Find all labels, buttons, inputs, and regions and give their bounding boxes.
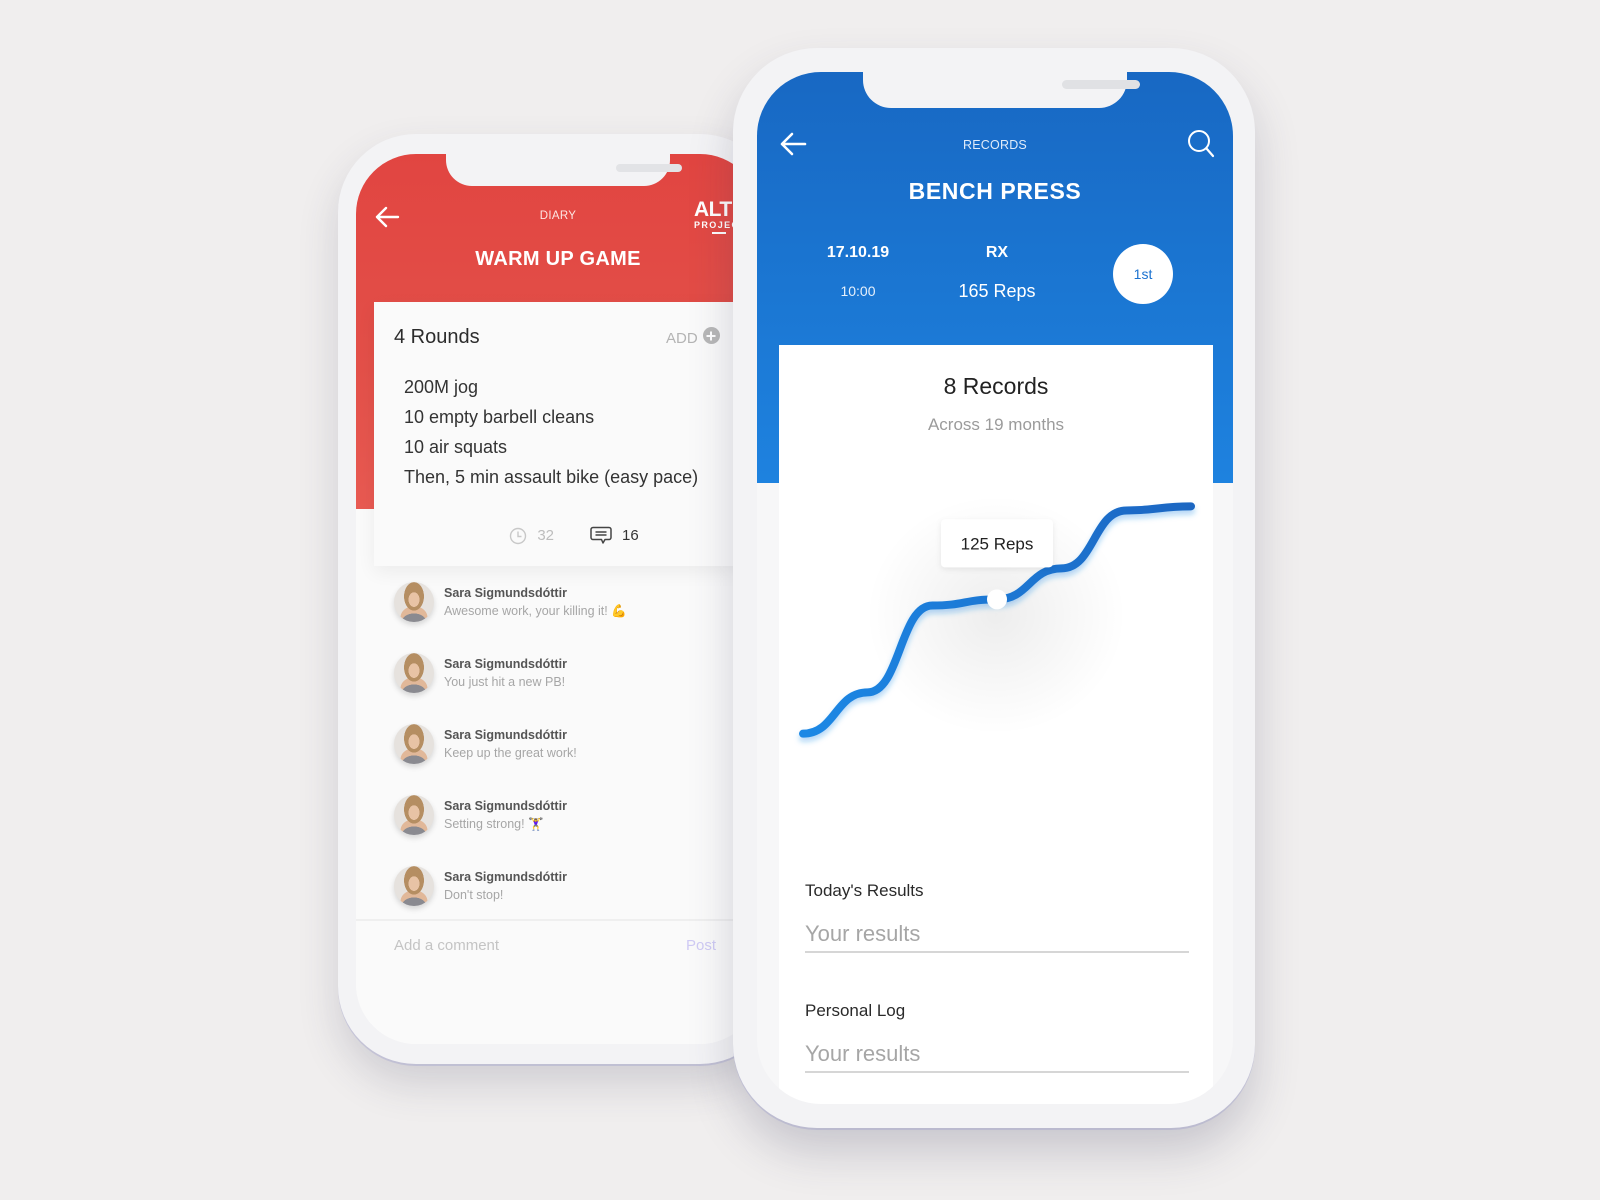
comment-author[interactable]: Sara Sigmundsdóttir — [444, 868, 567, 886]
comment-author[interactable]: Sara Sigmundsdóttir — [444, 726, 577, 744]
rank-badge: 1st — [1113, 244, 1173, 304]
personal-log-input[interactable] — [805, 1037, 1189, 1073]
chart-data-point[interactable] — [928, 602, 936, 610]
avatar[interactable] — [394, 795, 434, 835]
comment-author[interactable]: Sara Sigmundsdóttir — [444, 584, 627, 602]
todays-results-label: Today's Results — [805, 881, 924, 900]
search-icon[interactable] — [1187, 129, 1215, 159]
record-date-block: 17.10.19 10:00 — [813, 242, 903, 302]
records-screen: RECORDS BENCH PRESS 17.10.19 10:00 RX 16… — [757, 72, 1233, 1104]
comment-item: Sara Sigmundsdóttir Setting strong! 🏋️‍♀… — [394, 787, 734, 858]
clock-icon — [510, 527, 527, 544]
comment-text: Awesome work, your killing it! 💪 — [444, 604, 627, 618]
phone-notch — [863, 72, 1140, 108]
chart-data-point[interactable] — [1122, 506, 1130, 514]
personal-log-label: Personal Log — [805, 1001, 906, 1020]
todays-results-input[interactable] — [805, 917, 1189, 953]
exercise-item: 10 empty barbell cleans — [404, 407, 595, 427]
comment-text: Setting strong! 🏋️‍♀️ — [444, 817, 544, 831]
phone-notch — [446, 154, 682, 186]
exercise-item: Then, 5 min assault bike (easy pace) — [404, 467, 699, 487]
comment-text: Keep up the great work! — [444, 746, 577, 760]
phone-speaker — [1062, 80, 1140, 89]
page-title: WARM UP GAME — [475, 248, 641, 270]
records-card: 8 Records Across 19 months 125 Reps Toda… — [779, 345, 1213, 1104]
records-count: 8 Records — [943, 373, 1049, 399]
record-reps: 165 Reps — [958, 281, 1036, 301]
avatar[interactable] — [394, 653, 434, 693]
record-result-block: RX 165 Reps — [937, 242, 1057, 302]
plus-circle-icon — [702, 327, 720, 344]
comments-stat[interactable]: 16 — [590, 526, 639, 545]
phone-speaker — [616, 164, 682, 172]
comment-item: Sara Sigmundsdóttir You just hit a new P… — [394, 645, 734, 716]
add-button[interactable]: ADD — [666, 327, 720, 347]
chart-data-point[interactable] — [1187, 502, 1195, 510]
chart-data-point[interactable] — [864, 688, 872, 696]
page-title: BENCH PRESS — [908, 178, 1082, 204]
section-label: RECORDS — [963, 138, 1027, 152]
chart-tooltip-label: 125 Reps — [961, 534, 1034, 553]
comment-item: Sara Sigmundsdóttir Awesome work, your k… — [394, 574, 734, 645]
comment-icon — [590, 526, 612, 544]
records-phone-frame: RECORDS BENCH PRESS 17.10.19 10:00 RX 16… — [733, 48, 1255, 1128]
comment-author[interactable]: Sara Sigmundsdóttir — [444, 655, 567, 673]
records-line-chart[interactable]: 125 Reps — [779, 445, 1213, 845]
comment-item: Sara Sigmundsdóttir Keep up the great wo… — [394, 716, 734, 787]
avatar[interactable] — [394, 582, 434, 622]
avatar[interactable] — [394, 724, 434, 764]
chart-data-point[interactable] — [799, 730, 807, 738]
records-period: Across 19 months — [927, 415, 1065, 434]
time-stat: 32 — [509, 527, 554, 545]
comment-input-bar: Add a comment Post — [356, 919, 760, 1044]
avatar[interactable] — [394, 866, 434, 906]
record-date: 17.10.19 — [826, 244, 890, 261]
diary-phone-frame: DIARY ALTR PROJECT WARM UP GAME 4 Rounds… — [338, 134, 778, 1064]
chart-data-point[interactable] — [1058, 564, 1066, 572]
rounds-label: 4 Rounds — [394, 326, 480, 348]
record-category: RX — [985, 244, 1009, 261]
comment-text: You just hit a new PB! — [444, 675, 566, 689]
exercise-item: 200M jog — [404, 377, 479, 397]
post-button[interactable]: Post — [686, 937, 716, 954]
chart-tooltip: 125 Reps — [941, 519, 1053, 568]
workout-card: 4 Rounds ADD 200M jog 10 empty barbell c… — [374, 302, 760, 566]
record-time: 10:00 — [840, 283, 876, 299]
comment-text: Don't stop! — [444, 888, 504, 902]
comments-list: Sara Sigmundsdóttir Awesome work, your k… — [394, 574, 734, 929]
exercise-list: 200M jog 10 empty barbell cleans 10 air … — [404, 372, 698, 492]
card-stats: 32 16 — [374, 526, 760, 545]
comment-author[interactable]: Sara Sigmundsdóttir — [444, 797, 567, 815]
comment-input[interactable]: Add a comment — [394, 937, 499, 954]
chart-highlight-point[interactable] — [987, 589, 1007, 610]
exercise-item: 10 air squats — [404, 437, 508, 457]
diary-screen: DIARY ALTR PROJECT WARM UP GAME 4 Rounds… — [356, 154, 760, 1044]
